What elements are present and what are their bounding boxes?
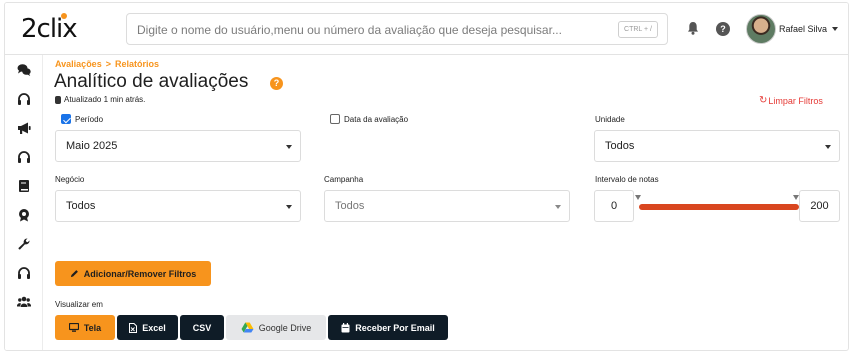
chevron-down-icon xyxy=(286,145,292,149)
logo-dot xyxy=(61,13,67,19)
bell-icon[interactable] xyxy=(687,21,699,35)
view-label: Visualizar em xyxy=(55,300,103,309)
headset-icon[interactable] xyxy=(17,266,31,280)
periodo-label: Período xyxy=(75,115,104,124)
receive-by-email-label: Receber Por Email xyxy=(355,322,435,333)
export-google-drive-label: Google Drive xyxy=(258,322,312,333)
headset-icon[interactable] xyxy=(17,150,31,164)
periodo-checkbox[interactable] xyxy=(61,114,71,124)
negocio-value: Todos xyxy=(66,200,96,212)
range-thumb-min[interactable] xyxy=(635,195,641,200)
export-google-drive-button[interactable]: Google Drive xyxy=(226,315,326,340)
clear-filters-link[interactable]: ↻ Limpar Filtros xyxy=(759,95,823,106)
add-remove-filters-label: Adicionar/Remover Filtros xyxy=(83,268,197,279)
score-range-slider[interactable] xyxy=(639,204,799,210)
search-box[interactable]: CTRL + / xyxy=(126,13,668,45)
user-name: Rafael Silva xyxy=(779,24,828,34)
google-drive-icon xyxy=(241,322,254,333)
calendar-icon xyxy=(341,322,350,332)
negocio-select[interactable]: Todos xyxy=(55,190,301,222)
users-icon[interactable] xyxy=(17,295,31,309)
breadcrumb-separator: > xyxy=(105,59,111,69)
data-avaliacao-label: Data da avaliação xyxy=(344,115,409,124)
wrench-icon[interactable] xyxy=(17,237,31,251)
search-input[interactable] xyxy=(137,20,577,40)
export-excel-button[interactable]: Excel xyxy=(117,315,178,340)
export-csv-label: CSV xyxy=(192,322,212,333)
breadcrumb-avaliacoes[interactable]: Avaliações xyxy=(55,59,102,69)
periodo-select[interactable]: Maio 2025 xyxy=(55,130,301,162)
chevron-down-icon xyxy=(286,205,292,209)
top-bar: 2clix CTRL + / ? Rafael Silva xyxy=(5,3,848,55)
headset-icon[interactable] xyxy=(17,92,31,106)
logo-text: 2clix xyxy=(21,14,78,44)
last-updated: Atualizado 1 min atrás. xyxy=(55,95,145,104)
last-updated-text: Atualizado 1 min atrás. xyxy=(64,95,146,104)
megaphone-icon[interactable] xyxy=(17,121,31,135)
monitor-icon xyxy=(68,323,79,332)
avatar[interactable] xyxy=(746,14,776,44)
campanha-select[interactable]: Todos xyxy=(324,190,570,222)
pencil-icon xyxy=(70,270,78,278)
help-badge-icon[interactable]: ? xyxy=(270,77,283,90)
export-csv-button[interactable]: CSV xyxy=(180,315,224,340)
view-tela-label: Tela xyxy=(83,322,102,333)
data-avaliacao-checkbox[interactable] xyxy=(330,114,340,124)
campanha-label: Campanha xyxy=(324,175,364,184)
clear-filters-label: Limpar Filtros xyxy=(768,95,823,106)
intervalo-label: Intervalo de notas xyxy=(595,175,659,184)
help-icon[interactable]: ? xyxy=(716,22,730,36)
sidebar xyxy=(5,55,43,350)
breadcrumb-relatorios[interactable]: Relatórios xyxy=(115,59,159,69)
app-frame: 2clix CTRL + / ? Rafael Silva xyxy=(4,2,849,351)
unidade-select[interactable]: Todos xyxy=(594,130,840,162)
score-max-input[interactable]: 200 xyxy=(799,190,840,222)
unidade-label: Unidade xyxy=(595,115,625,124)
badge-icon[interactable] xyxy=(17,208,31,222)
file-excel-icon xyxy=(129,322,138,333)
database-icon xyxy=(55,95,61,104)
score-min-input[interactable]: 0 xyxy=(594,190,634,222)
unidade-value: Todos xyxy=(605,140,635,152)
sync-icon: ↻ xyxy=(759,95,768,106)
chevron-down-icon xyxy=(832,27,839,31)
chat-icon[interactable] xyxy=(17,63,31,77)
periodo-value: Maio 2025 xyxy=(66,140,118,152)
page-title: Analítico de avaliações xyxy=(54,71,249,92)
breadcrumb: Avaliações > Relatórios xyxy=(55,59,159,69)
export-excel-label: Excel xyxy=(142,322,166,333)
book-icon[interactable] xyxy=(17,179,31,193)
chevron-down-icon xyxy=(555,205,561,209)
logo[interactable]: 2clix xyxy=(21,13,78,44)
chevron-down-icon xyxy=(825,145,831,149)
negocio-label: Negócio xyxy=(55,175,85,184)
search-shortcut-badge: CTRL + / xyxy=(618,21,658,38)
user-menu[interactable]: Rafael Silva xyxy=(746,13,839,45)
campanha-value: Todos xyxy=(335,200,365,212)
add-remove-filters-button[interactable]: Adicionar/Remover Filtros xyxy=(55,261,211,286)
view-tela-button[interactable]: Tela xyxy=(55,315,115,340)
receive-by-email-button[interactable]: Receber Por Email xyxy=(328,315,448,340)
